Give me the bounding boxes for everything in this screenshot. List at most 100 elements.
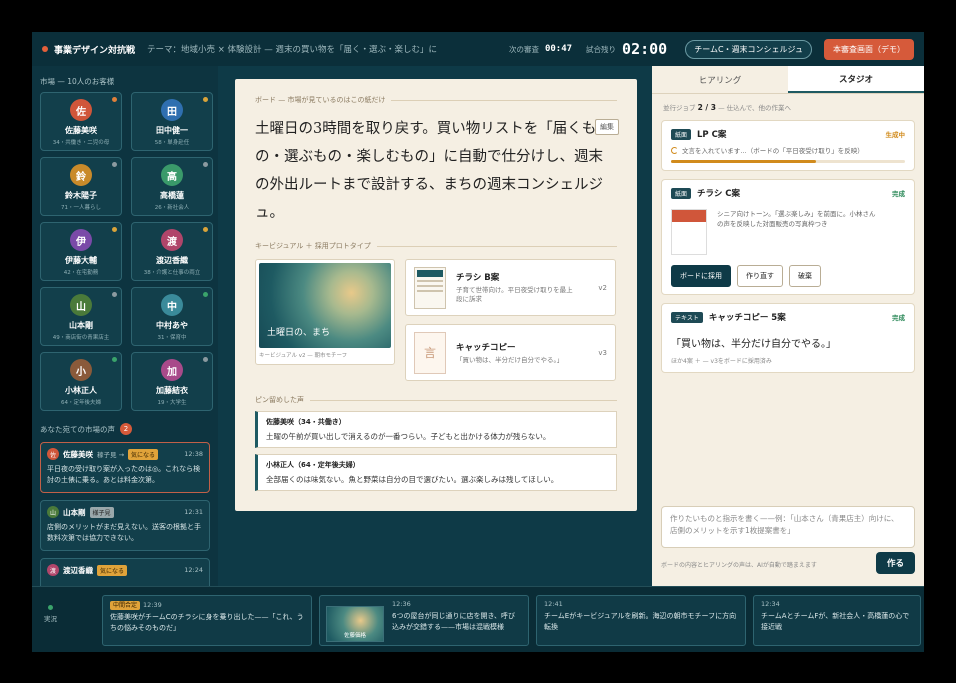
customer-name: 鈴木陽子 [65, 191, 97, 200]
prototype-desc: 「買い物は、半分だけ自分でやる。」 [456, 355, 564, 364]
app-window: 事業デザイン対抗戦 テーマ：地域小売 × 体験設計 — 週末の買い物を「届く・選… [32, 32, 924, 652]
live-dot-icon [42, 46, 48, 52]
voice-transition: 稼子見 → [97, 451, 125, 459]
job-desc: シニア向けトーン。「選ぶ楽しみ」を前面に。小林さんの声を反映した対面販売の写真枠… [717, 210, 876, 228]
voice-time: 12:38 [184, 450, 203, 458]
job-tag: テキスト [671, 311, 703, 323]
customer-card[interactable]: 山山本剛 49・商店街の青果店主 [40, 287, 122, 346]
status-dot-icon [203, 162, 208, 167]
job-card-lp[interactable]: 紙面 LP C案 生成中 文言を入れています…（ボードの「平日夜受け取り」を反映） [661, 120, 915, 171]
avatar: 渡 [161, 229, 183, 251]
flyer-preview-icon [671, 209, 707, 255]
avatar: 山 [70, 294, 92, 316]
avatar: 中 [161, 294, 183, 316]
tab-studio[interactable]: スタジオ [788, 66, 924, 93]
customer-card[interactable]: 田田中健一 58・単身赴任 [131, 92, 213, 151]
customer-grid: 佐佐藤美咲 34・共働き・二児の母 田田中健一 58・単身赴任鈴鈴木陽子 71・一人暮ら… [40, 92, 213, 411]
job-card-copy[interactable]: テキスト キャッチコピー 5案 完成 「買い物は、半分だけ自分でやる。」 ほか4案 … [661, 303, 915, 373]
live-indicator: 実況 [44, 605, 57, 623]
tab-hearing[interactable]: ヒアリング [652, 66, 788, 93]
key-visual-title: 土曜日の、まち [267, 328, 331, 338]
top-bar: 事業デザイン対抗戦 テーマ：地域小売 × 体験設計 — 週末の買い物を「届く・選… [32, 32, 924, 66]
jobs-label: 並行ジョブ 2 / 3 — 仕込んで、他の作業へ [652, 94, 924, 116]
live-label: 実況 [44, 615, 57, 623]
customer-card[interactable]: 高高橋蓮 26・新社会人 [131, 157, 213, 216]
prototype-version: v3 [598, 349, 607, 357]
next-review-label: 次の審査 [508, 44, 539, 54]
avatar: 佐 [47, 448, 59, 460]
customer-name: 高橋蓮 [160, 191, 184, 200]
feed-item[interactable]: 佐藤価格 12:36 6つの屋台が同じ通りに店を開き、呼び込みが交錯する——市場… [319, 595, 529, 646]
discard-button[interactable]: 破棄 [789, 265, 821, 287]
key-visual-card[interactable]: 土曜日の、まち キービジュアル v2 — 朝市モチーフ [255, 259, 395, 365]
pin-text: 土曜の午前が買い出しで消えるのが一番つらい。子どもと出かける体力が残らない。 [266, 432, 551, 441]
customer-meta: 38・介護と仕事の両立 [143, 270, 201, 276]
avatar: 山 [47, 506, 59, 518]
prototype-card-copy[interactable]: 言 キャッチコピー 「買い物は、半分だけ自分でやる。」 v3 [405, 324, 616, 381]
studio-prompt-input[interactable]: 作りたいものと指示を書く——例：「山本さん（青果店主）向けに、店側のメリットを示… [661, 506, 915, 548]
board: ボード — 市場が見ているのはこの紙だけ 編集 土曜日の3時間を取り戻す。買い物… [235, 79, 637, 511]
job-status: 完成 [892, 190, 905, 198]
status-dot-icon [203, 227, 208, 232]
pinned-label: ピン留めした声 [255, 395, 617, 405]
prototype-title: キャッチコピー [456, 342, 516, 353]
next-review-time: 00:47 [544, 44, 573, 54]
feed-item[interactable]: 12:41 チームEがキービジュアルを刷新。海辺の朝市モチーフに方向転換 [536, 595, 746, 646]
market-label: 市場 — 10人のお客様 [40, 77, 115, 86]
flyer-thumb-icon [414, 266, 446, 309]
prototype-card-flyer[interactable]: チラシ B案 子育て世帯向け。平日夜受け取りを最上段に訴求 v2 [405, 259, 616, 316]
pin-name: 小林正人（64・定年後夫婦） [266, 461, 360, 469]
voice-item[interactable]: 佐佐藤美咲 稼子見 → 気になる 12:38 平日夜の受け取り案が入ったのは◎。これなら… [40, 442, 210, 493]
voice-name: 佐藤美咲 [63, 449, 93, 459]
pin-name: 佐藤美咲（34・共働き） [266, 418, 346, 426]
pinned-voice[interactable]: 小林正人（64・定年後夫婦） 全部届くのは味気ない。魚と野菜は自分の目で選びたい。… [255, 454, 617, 491]
customer-meta: 34・共働き・二児の母 [52, 140, 110, 146]
team-pill[interactable]: チームC・週末コンシェルジュ [685, 39, 812, 59]
customer-card[interactable]: 伊伊藤大輔 42・在宅勤務 [40, 222, 122, 281]
avatar: 小 [70, 359, 92, 381]
adopt-to-board-button[interactable]: ボードに採用 [671, 265, 731, 287]
voices-list: 佐佐藤美咲 稼子見 → 気になる 12:38 平日夜の受け取り案が入ったのは◎。これなら… [38, 442, 212, 609]
job-progress-bar [671, 160, 905, 163]
customer-meta: 64・定年後夫婦 [61, 400, 101, 406]
avatar: 田 [161, 99, 183, 121]
voice-name: 山本剛 [63, 507, 86, 517]
theme-text: テーマ：地域小売 × 体験設計 — 週末の買い物を「届く・選ぶ・楽しむ」に [147, 45, 437, 55]
customer-meta: 19・大学生 [157, 400, 187, 406]
jobs-count: 2 / 3 [697, 103, 716, 112]
feed-tag: 中間合定 [110, 601, 141, 610]
avatar: 加 [161, 359, 183, 381]
customer-card[interactable]: 佐佐藤美咲 34・共働き・二児の母 [40, 92, 122, 151]
voice-item[interactable]: 山山本剛 様子見 12:31 店側のメリットがまだ見えない。送客の根拠と手数料次第では… [40, 500, 210, 551]
customer-card[interactable]: 中中村あや 31・保育中 [131, 287, 213, 346]
voice-text: 店側のメリットがまだ見えない。送客の根拠と手数料次第では協力できない。 [47, 523, 201, 542]
key-visual-image: 土曜日の、まち [259, 263, 391, 348]
make-button[interactable]: 作る [876, 552, 916, 574]
job-card-flyer[interactable]: 紙面 チラシ C案 完成 シニア向けトーン。「選ぶ楽しみ」を前面に。小林さんの声を反… [661, 179, 915, 295]
feed-thumb-label: 佐藤価格 [343, 633, 366, 639]
board-headline[interactable]: 土曜日の3時間を取り戻す。買い物リストを「届くもの・選ぶもの・楽しむもの」に自動… [255, 115, 611, 227]
avatar: 渡 [47, 564, 59, 576]
customer-card[interactable]: 渡渡辺香織 38・介護と仕事の両立 [131, 222, 213, 281]
feed-item[interactable]: 中間合定 12:39 佐藤美咲がチームCのチラシに身を乗り出した——「これ、うちの… [102, 595, 312, 646]
feed-item[interactable]: 12:34 チームAとチームFが、新社会人・高橋蓮の心で接近戦 [753, 595, 921, 646]
right-panel: ヒアリング スタジオ 並行ジョブ 2 / 3 — 仕込んで、他の作業へ 紙面 LP… [652, 66, 924, 586]
status-dot-icon [203, 292, 208, 297]
live-dot-icon [48, 605, 53, 610]
customer-name: 中村あや [156, 321, 188, 330]
pinned-voice[interactable]: 佐藤美咲（34・共働き） 土曜の午前が買い出しで消えるのが一番つらい。子どもと出か… [255, 411, 617, 448]
pin-text: 全部届くのは味気ない。魚と野菜は自分の目で選びたい。選ぶ楽しみは残してほしい。 [266, 475, 559, 484]
customer-card[interactable]: 加加藤結衣 19・大学生 [131, 352, 213, 411]
edit-button[interactable]: 編集 [595, 119, 619, 135]
demo-review-button[interactable]: 本審査画面（デモ） [824, 38, 914, 60]
customer-meta: 58・単身赴任 [154, 140, 190, 146]
customer-name: 佐藤美咲 [65, 126, 97, 135]
customer-name: 加藤結衣 [156, 386, 188, 395]
prompt-footer-note: ボードの内容とヒアリングの声は、AIが自動で踏まえます [661, 562, 817, 569]
voice-tag: 気になる [128, 448, 159, 460]
remake-button[interactable]: 作り直す [737, 265, 783, 287]
customer-card[interactable]: 鈴鈴木陽子 71・一人暮らし [40, 157, 122, 216]
live-feed-bar: 実況 中間合定 12:39 佐藤美咲がチームCのチラシに身を乗り出した——「これ、… [32, 586, 924, 652]
jobs-note: — 仕込んで、他の作業へ [718, 104, 792, 112]
customer-card[interactable]: 小小林正人 64・定年後夫婦 [40, 352, 122, 411]
